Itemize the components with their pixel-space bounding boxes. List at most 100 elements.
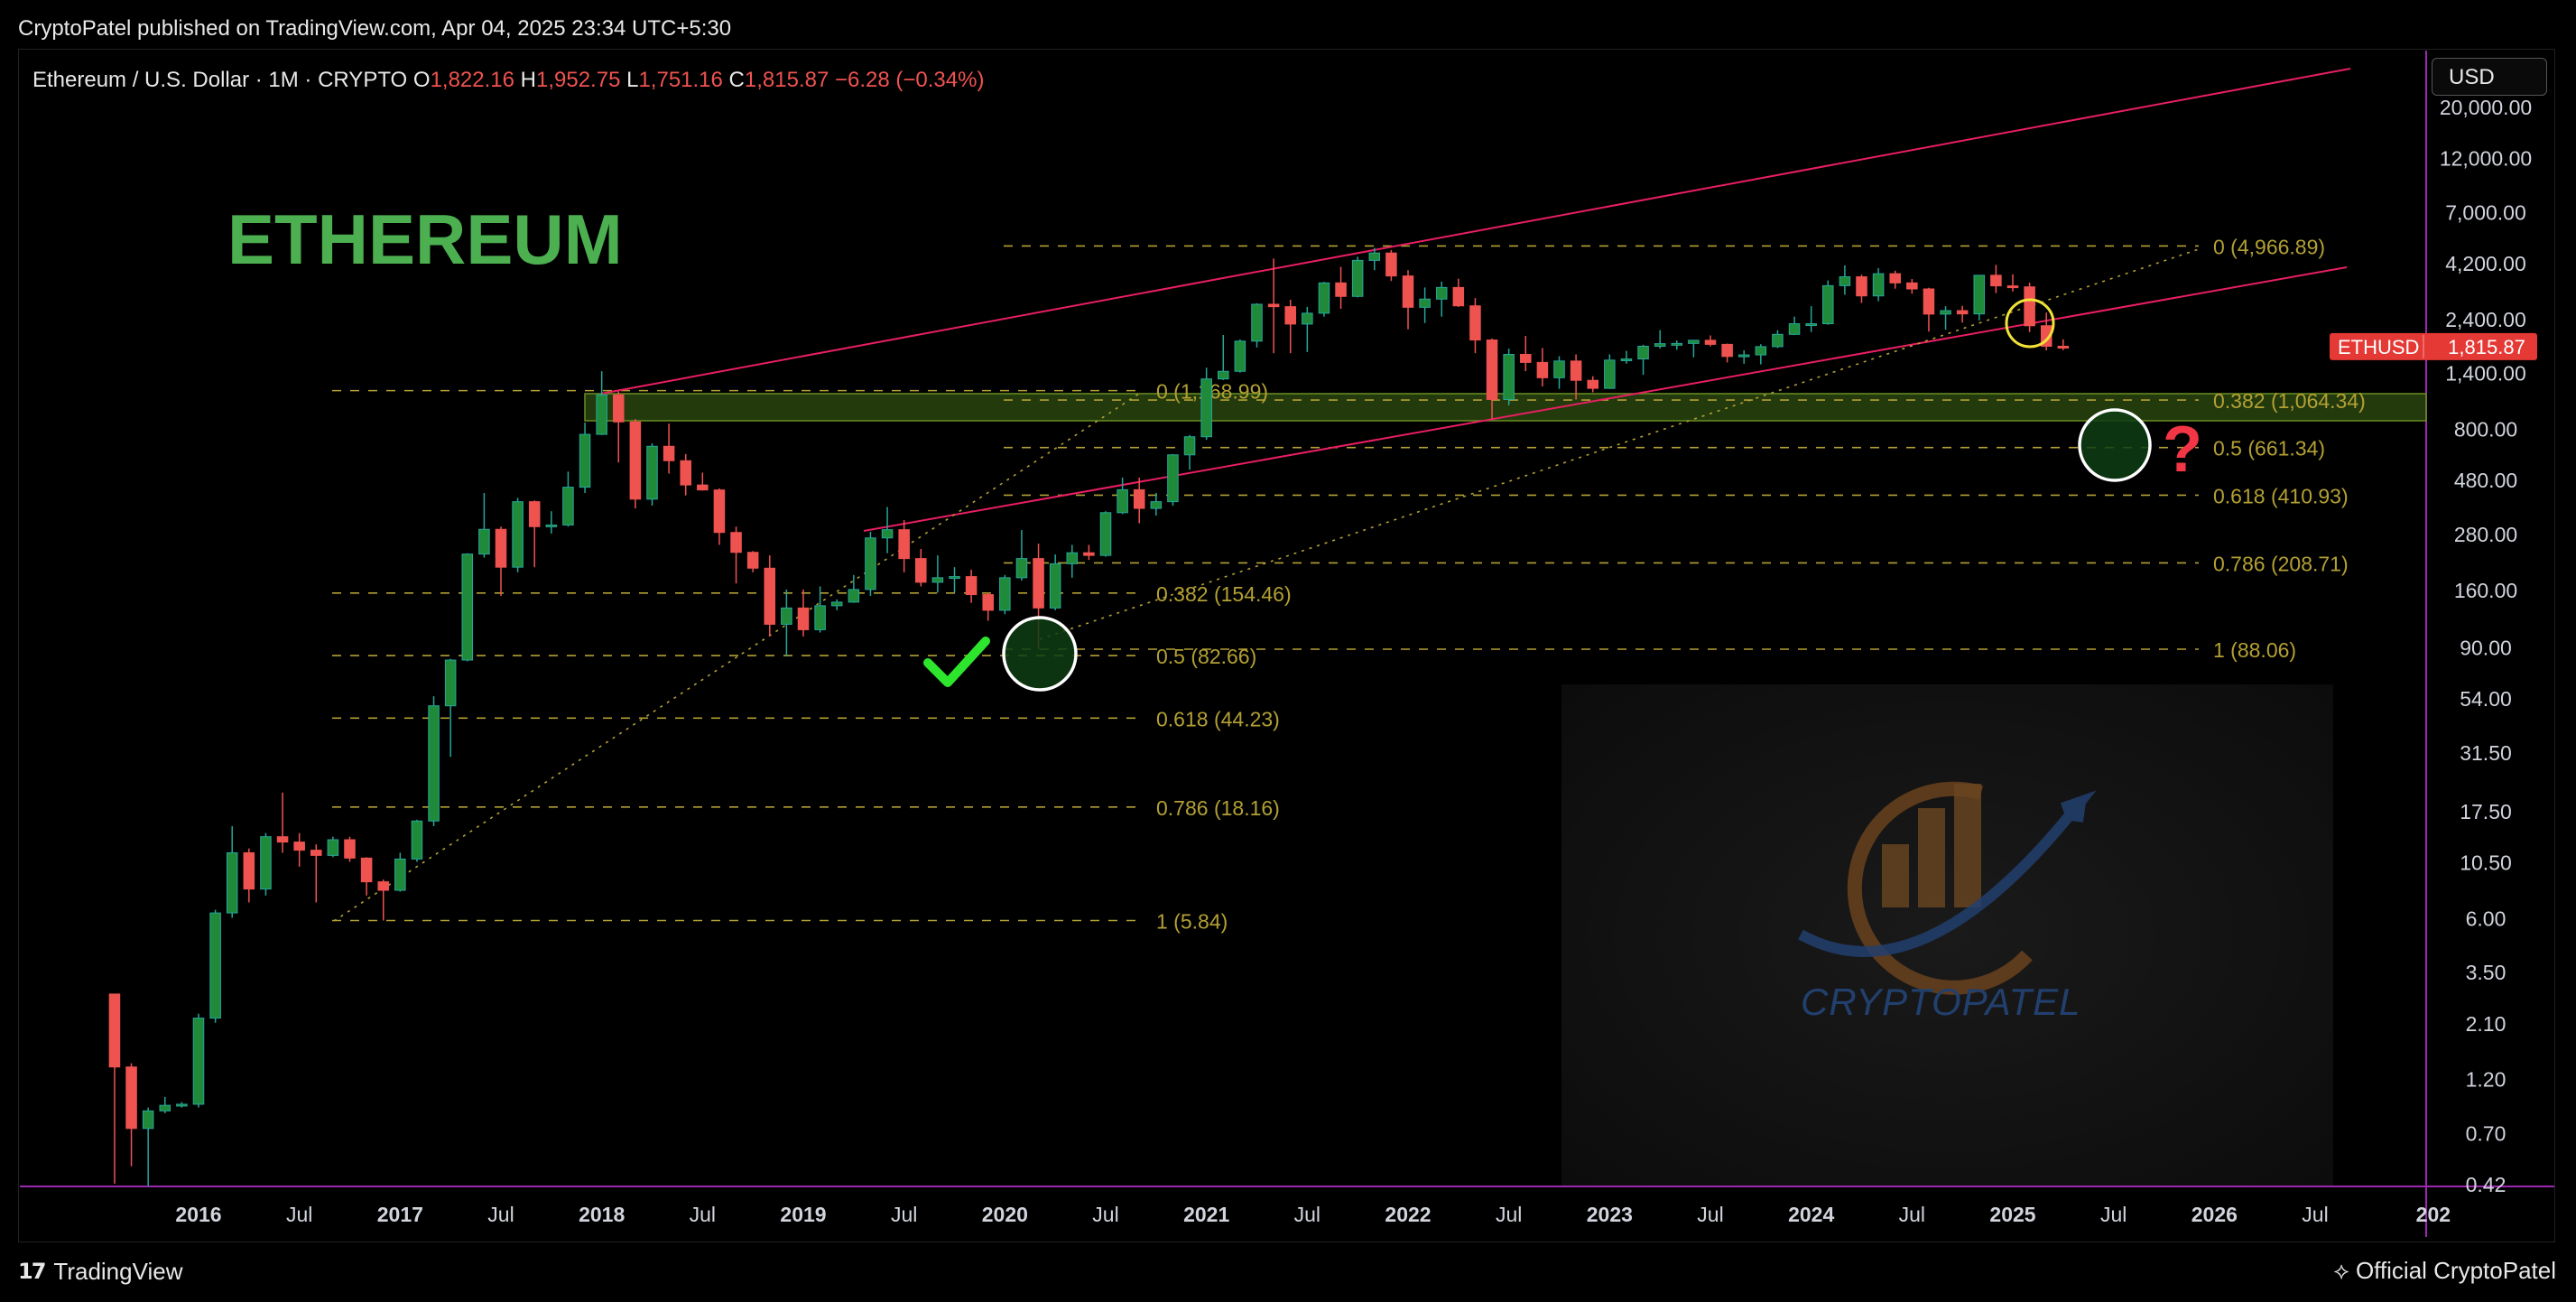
- candle: [931, 555, 944, 593]
- checkmark-icon: [923, 637, 990, 687]
- candle-body: [1671, 342, 1683, 346]
- candle-body: [781, 607, 792, 625]
- x-tick-label: 2018: [579, 1203, 625, 1226]
- candle: [142, 1107, 154, 1186]
- candle: [1218, 334, 1229, 380]
- candle-body: [613, 394, 625, 423]
- x-tick-label: Jul: [2302, 1203, 2328, 1226]
- candle: [1015, 530, 1028, 581]
- candle: [1587, 376, 1598, 393]
- candle-body: [1200, 378, 1212, 438]
- candle: [1536, 348, 1549, 386]
- logo-background: [1561, 684, 2333, 1186]
- candle: [1990, 265, 2002, 293]
- candle: [1183, 434, 1196, 470]
- candle: [2024, 283, 2035, 332]
- candle: [1267, 258, 1280, 354]
- candle-body: [797, 607, 810, 630]
- candle-body: [1990, 274, 2002, 287]
- candle-body: [1133, 488, 1145, 509]
- candle: [1721, 343, 1733, 363]
- candle-body: [663, 445, 675, 461]
- target-circle: [2078, 408, 2152, 482]
- x-tick-label: Jul: [1092, 1203, 1118, 1226]
- candle: [344, 836, 356, 862]
- candle-body: [1973, 274, 1986, 315]
- y-tick-label: 0.42: [2466, 1173, 2507, 1196]
- candle-body: [1302, 312, 1313, 325]
- candle: [1737, 349, 1750, 364]
- candle: [1923, 287, 1935, 332]
- candle-body: [394, 858, 406, 891]
- question-mark-icon: ?: [2163, 414, 2202, 486]
- candle: [2040, 312, 2052, 350]
- candle: [764, 555, 776, 637]
- candle: [596, 371, 607, 435]
- candle-body: [1839, 276, 1851, 286]
- candle: [108, 993, 121, 1184]
- candle: [1066, 544, 1079, 578]
- candle: [613, 391, 625, 463]
- symbol-ohlc-line: Ethereum / U.S. Dollar · 1M · CRYPTO O1,…: [32, 68, 984, 92]
- candle-body: [243, 851, 255, 890]
- y-tick-label: 20,000.00: [2440, 96, 2532, 119]
- y-tick-label: 1.20: [2466, 1068, 2507, 1092]
- x-tick-label: 2020: [982, 1203, 1028, 1226]
- x-tick-label: Jul: [1496, 1203, 1522, 1226]
- candle: [1167, 453, 1179, 507]
- x-tick-label: Jul: [1294, 1203, 1320, 1226]
- candle-body: [629, 421, 642, 500]
- candle: [1284, 300, 1296, 354]
- x-tick-label: 2023: [1587, 1203, 1633, 1226]
- ohlc-part: Ethereum / U.S. Dollar · 1M · CRYPTO: [32, 68, 413, 92]
- tradingview-brand-label: TradingView: [53, 1258, 183, 1285]
- candle-body: [327, 839, 339, 856]
- fib-upper-label: 1 (88.06): [2213, 638, 2296, 662]
- candle: [125, 1063, 137, 1167]
- candle: [377, 879, 389, 921]
- x-tick-label: Jul: [487, 1203, 514, 1226]
- candle: [629, 419, 642, 509]
- candle: [746, 551, 759, 572]
- candle-body: [545, 524, 558, 527]
- ohlc-part: 1,822.16: [431, 68, 521, 92]
- candle: [1620, 350, 1633, 364]
- fib-lower-label: 0.618 (44.23): [1156, 707, 1280, 730]
- candle: [1117, 477, 1128, 515]
- tradingview-brand[interactable]: 𝟭𝟳 TradingView: [18, 1258, 182, 1286]
- candle: [1335, 266, 1347, 310]
- candle-body: [1167, 454, 1179, 503]
- fib-lower-label: 1 (5.84): [1156, 909, 1228, 933]
- candle: [830, 599, 843, 610]
- chart-watermark-title: ETHEREUM: [227, 200, 623, 279]
- candle: [713, 488, 726, 545]
- share-icon: ⟡: [2333, 1257, 2356, 1284]
- candle-body: [680, 460, 691, 486]
- candle: [680, 453, 691, 496]
- candle: [293, 832, 305, 867]
- price-chart[interactable]: 0 (1,168.99)0.382 (154.46)0.5 (82.66)0.6…: [0, 0, 2576, 1302]
- candle-body: [697, 484, 709, 491]
- candle-body: [898, 529, 910, 560]
- candle: [915, 548, 927, 587]
- candle: [646, 443, 658, 507]
- candle: [360, 857, 373, 896]
- author-credit[interactable]: ⟡ Official CryptoPatel: [2334, 1257, 2556, 1286]
- candle: [965, 569, 978, 603]
- candle: [1318, 282, 1330, 317]
- x-tick-label: Jul: [891, 1203, 917, 1226]
- candle: [394, 852, 406, 892]
- candle-body: [192, 1018, 205, 1105]
- candle: [1604, 354, 1616, 389]
- x-tick-label: Jul: [1697, 1203, 1723, 1226]
- currency-button[interactable]: USD: [2432, 58, 2547, 96]
- ohlc-part: −6.28 (−0.34%): [835, 68, 984, 92]
- candle: [1251, 302, 1263, 348]
- candle: [243, 848, 255, 903]
- candle-body: [949, 576, 960, 580]
- fib-upper-label: 0.5 (661.34): [2213, 437, 2325, 460]
- candle-body: [1351, 259, 1364, 297]
- candle: [1973, 274, 1986, 321]
- candle-body: [1889, 273, 1901, 284]
- y-tick-label: 7,000.00: [2445, 200, 2526, 224]
